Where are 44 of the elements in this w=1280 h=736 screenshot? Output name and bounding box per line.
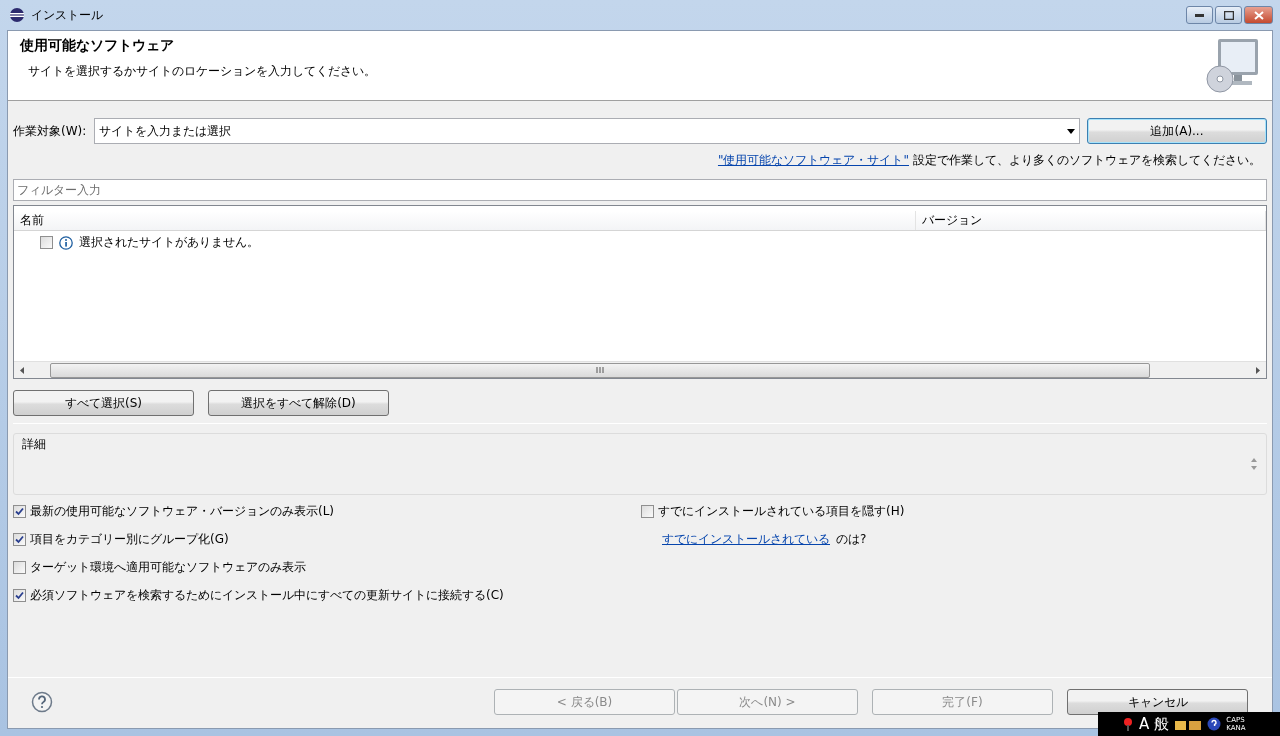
option-label: ターゲット環境へ適用可能なソフトウェアのみ表示 — [30, 559, 306, 576]
checkbox[interactable] — [13, 505, 26, 518]
filter-field[interactable]: フィルター入力 — [13, 179, 1267, 201]
grip-icon — [596, 367, 604, 373]
help-icon[interactable] — [1207, 717, 1222, 731]
sites-hint-text: 設定で作業して、より多くのソフトウェアを検索してください。 — [913, 152, 1261, 169]
pin-icon[interactable] — [1122, 717, 1134, 731]
installed-hint-text: のは? — [836, 531, 867, 548]
maximize-icon — [1223, 10, 1234, 20]
minimize-icon — [1195, 13, 1204, 17]
close-button[interactable] — [1244, 6, 1273, 24]
dropdown-arrow-icon — [1067, 128, 1075, 134]
checkbox[interactable] — [13, 589, 26, 602]
option-label: 必須ソフトウェアを検索するためにインストール中にすべての更新サイトに接続する(C) — [30, 587, 504, 604]
maximize-button[interactable] — [1215, 6, 1242, 24]
table-cell: 選択されたサイトがありません。 — [79, 234, 259, 251]
add-button[interactable]: 追加(A)... — [1087, 118, 1267, 144]
deselect-all-button[interactable]: 選択をすべて解除(D) — [208, 390, 389, 416]
minimize-button[interactable] — [1186, 6, 1213, 24]
option-label: すでにインストールされている項目を隠す(H) — [658, 503, 905, 520]
cancel-button[interactable]: キャンセル — [1067, 689, 1248, 715]
page-title: 使用可能なソフトウェア — [20, 37, 175, 55]
window-title: インストール — [31, 6, 103, 24]
info-icon — [59, 235, 73, 250]
select-all-button[interactable]: すべて選択(S) — [13, 390, 194, 416]
close-icon — [1253, 10, 1264, 20]
page-description: サイトを選択するかサイトのロケーションを入力してください。 — [27, 63, 377, 80]
option-label: 最新の使用可能なソフトウェア・バージョンのみ表示(L) — [30, 503, 335, 520]
horizontal-scrollbar[interactable] — [14, 361, 1266, 378]
installed-link[interactable]: すでにインストールされている — [662, 531, 830, 548]
column-header[interactable]: バージョン — [916, 211, 1266, 230]
input-mode-indicator[interactable]: A — [1139, 715, 1150, 733]
checkbox[interactable] — [641, 505, 654, 518]
app-icon — [9, 7, 25, 23]
site-combo-box[interactable]: サイトを入力または選択 — [94, 118, 1080, 144]
option-label: 項目をカテゴリー別にグループ化(G) — [30, 531, 229, 548]
checkbox[interactable] — [40, 236, 53, 249]
work-with-label: 作業対象(W): — [13, 122, 87, 140]
details-label: 詳細 — [22, 436, 46, 453]
column-header[interactable]: 名前 — [14, 211, 916, 230]
checkbox[interactable] — [13, 561, 26, 574]
checkbox[interactable] — [13, 533, 26, 546]
software-sites-link[interactable]: "使用可能なソフトウェア・サイト" — [717, 152, 909, 169]
conversion-mode-indicator[interactable]: 般 — [1154, 714, 1170, 734]
